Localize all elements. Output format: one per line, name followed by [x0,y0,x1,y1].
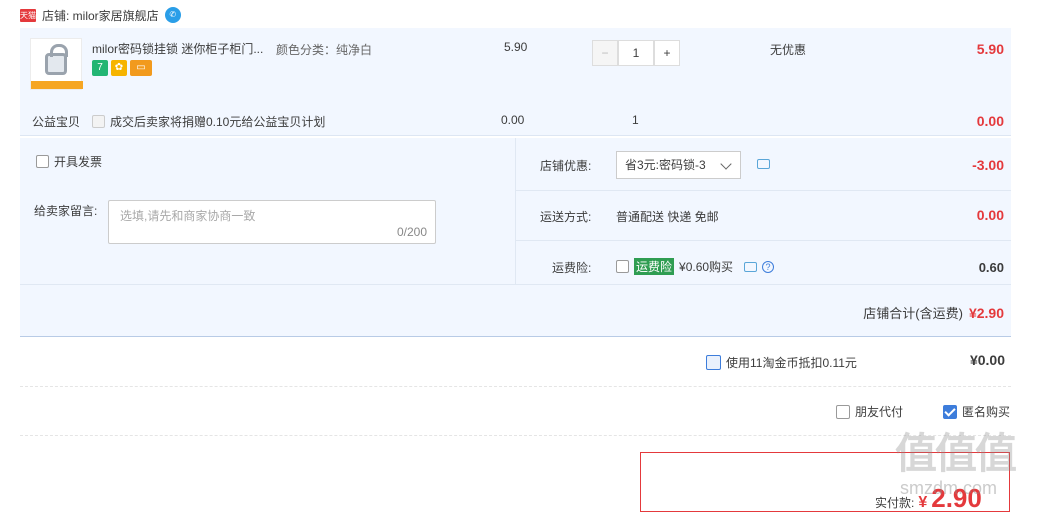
charity-text: 成交后卖家将捐赠0.10元给公益宝贝计划 [110,115,326,129]
charity-subtotal: 0.00 [976,113,1004,129]
order-item-panel: milor密码锁挂锁 迷你柜子柜门... 颜色分类：纯净白 7 ✿ ▭ 5.90 −… [20,28,1011,136]
quantity-input[interactable]: 1 [618,40,654,66]
shipping-label: 运送方式: [540,210,592,224]
divider [515,138,516,284]
seven-day-return-icon[interactable]: 7 [92,60,108,76]
increase-button[interactable]: + [654,40,680,66]
chat-icon[interactable] [757,159,770,169]
quantity-stepper[interactable]: − 1 + [592,40,680,66]
tmall-icon: 天猫 [20,8,36,22]
anonymous-option[interactable]: 匿名购买 [943,403,1010,420]
insurance-text: ¥0.60购买 [679,260,734,274]
discount-amount: -3.00 [972,157,1004,173]
product-sku: 颜色分类：纯净白 [276,43,373,57]
insurance-checkbox[interactable] [616,260,629,273]
friend-pay-checkbox[interactable] [836,404,850,419]
insurance-amount: 0.60 [978,260,1004,275]
order-options-panel: 开具发票 给卖家留言: 选填,请先和商家协商一致 0/200 店铺优惠: 省3元… [20,138,1011,337]
message-placeholder: 选填,请先和商家协商一致 [120,209,256,223]
message-textarea[interactable]: 选填,请先和商家协商一致 0/200 [108,200,436,244]
watermark-logo: 值值值 [895,430,1017,477]
shop-total-amount: ¥2.90 [968,304,1004,321]
invoice-checkbox[interactable] [36,155,49,168]
shipping-amount: 0.00 [976,207,1004,223]
thumbnail-tag [31,81,83,89]
watermark-text: smzdm.com [900,478,998,498]
divider [20,435,1011,436]
padlock-icon [45,44,68,75]
coins-label: 使用11淘金币抵扣0.11元 [726,356,857,370]
charity-price: 0.00 [501,113,525,127]
shop-header: 天猫 店铺: milor家居旗舰店 ✆ [20,6,181,24]
wangwang-icon[interactable]: ✆ [164,7,181,23]
insurance-label: 运费险: [552,261,592,275]
guarantee-icon[interactable]: ✿ [111,60,127,76]
unit-price: 5.90 [504,40,528,54]
invoice-toggle[interactable]: 开具发票 [36,153,102,170]
discount-label: 店铺优惠: [540,159,592,173]
chevron-down-icon [720,158,732,170]
discount-selected: 省3元:密码锁-3 [625,158,706,172]
charity-qty: 1 [632,113,639,127]
message-label: 给卖家留言: [34,204,98,218]
shop-name-link[interactable]: 店铺: milor家居旗舰店 [42,7,159,24]
discount-select[interactable]: 省3元:密码锁-3 [616,151,741,179]
divider [516,240,1011,241]
friend-pay-label: 朋友代付 [855,405,904,419]
anonymous-checkbox[interactable] [943,404,957,419]
credit-card-icon[interactable]: ▭ [130,60,152,76]
product-thumbnail[interactable] [30,38,83,90]
help-icon[interactable]: ? [762,260,775,273]
message-counter: 0/200 [396,225,427,239]
divider [516,190,1011,191]
coins-option[interactable]: 使用11淘金币抵扣0.11元 [706,354,857,371]
insurance-tag: 运费险 [634,258,675,275]
divider [20,386,1011,387]
invoice-label: 开具发票 [54,155,103,169]
shop-total-label: 店铺合计(含运费) [863,306,963,321]
decrease-button[interactable]: − [592,40,618,66]
coins-checkbox[interactable] [706,355,721,370]
anonymous-label: 匿名购买 [962,405,1011,419]
promo-text: 无优惠 [770,43,807,57]
chat-icon[interactable] [744,261,758,272]
shipping-method: 普通配送 快递 免邮 [616,210,719,224]
coins-amount: ¥0.00 [969,352,1005,368]
charity-label: 公益宝贝 [32,115,81,129]
divider [20,284,1011,285]
item-subtotal: 5.90 [976,41,1004,57]
charity-checkbox[interactable] [92,115,105,128]
product-title-link[interactable]: milor密码锁挂锁 迷你柜子柜门... [92,40,263,57]
friend-pay-option[interactable]: 朋友代付 [836,403,903,420]
